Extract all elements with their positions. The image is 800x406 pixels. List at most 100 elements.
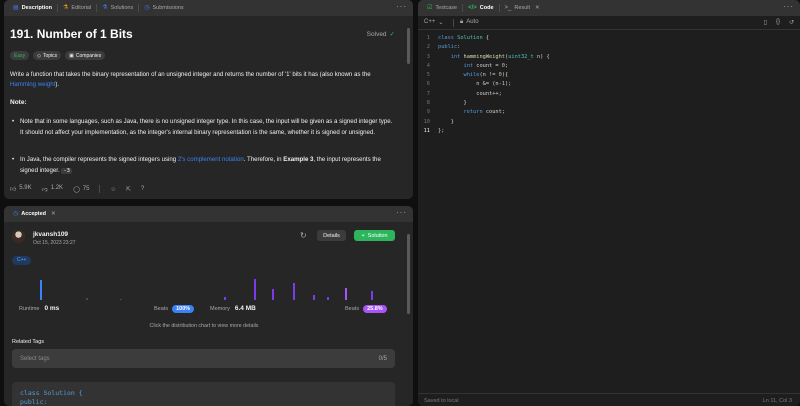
twos-complement-link[interactable]: 2's complement notation bbox=[178, 156, 244, 163]
code-line: 3 int hammingWeight(uint32_t n) { bbox=[426, 53, 550, 60]
tab-testcase[interactable]: ☑ Testcase bbox=[422, 0, 462, 16]
checkbox-icon: ☑ bbox=[427, 5, 433, 11]
tab-description[interactable]: ▤ Description bbox=[8, 0, 57, 16]
code-icon: </> bbox=[468, 5, 477, 11]
lock-icon: 🔒︎ bbox=[460, 19, 464, 25]
runtime-row: Runtime 0 ms bbox=[19, 305, 60, 312]
memory-bar bbox=[327, 297, 329, 300]
problem-description: Write a function that takes the binary r… bbox=[10, 71, 371, 88]
close-icon[interactable]: ✕ bbox=[51, 211, 56, 217]
reset-icon[interactable]: ↺ bbox=[789, 19, 794, 26]
memory-bar bbox=[293, 283, 295, 300]
check-circle-icon: ✓ bbox=[389, 31, 395, 38]
memory-row: Memory 6.4 MB bbox=[210, 305, 256, 312]
tags-select[interactable]: Select tags 0/5 bbox=[12, 349, 395, 368]
code-line: 4 int count = 0; bbox=[426, 62, 509, 69]
inline-code: -3 bbox=[61, 168, 72, 174]
solution-button[interactable]: + Solution bbox=[354, 230, 395, 241]
related-tags-label: Related Tags bbox=[12, 339, 45, 345]
code-line: 9 return count; bbox=[426, 109, 505, 116]
tab-result[interactable]: >_ Result ✕ bbox=[500, 0, 545, 16]
terminal-icon: >_ bbox=[504, 5, 512, 11]
share-icon[interactable]: ⇱ bbox=[126, 186, 131, 193]
dislike-button[interactable]: 👎︎ 1.2K bbox=[42, 185, 63, 193]
code-line: 8 } bbox=[426, 100, 467, 107]
code-line: 5 while(n != 0){ bbox=[426, 72, 509, 79]
accepted-tab-bar: ◷ Accepted ✕ ··· bbox=[4, 206, 413, 222]
runtime-bar bbox=[86, 298, 88, 300]
flask-icon: ⚗ bbox=[62, 5, 69, 11]
username[interactable]: jkvansh109 bbox=[33, 231, 68, 238]
note-heading: Note: bbox=[10, 99, 27, 106]
distribution-hint: Click the distribution chart to view mor… bbox=[149, 323, 259, 329]
memory-value: 6.4 MB bbox=[234, 305, 256, 312]
avatar bbox=[12, 230, 25, 243]
lock-icon: ▣ bbox=[69, 52, 74, 59]
tab-submissions[interactable]: ◷ Submissions bbox=[139, 0, 188, 16]
description-panel: ▤ Description ⚗ Editorial ⚗ Solutions ◷ … bbox=[4, 0, 413, 199]
code-line: 7 count++; bbox=[426, 90, 502, 97]
auto-format-toggle[interactable]: 🔒︎ Auto bbox=[460, 19, 479, 26]
companies-button[interactable]: ▣ Companies bbox=[65, 51, 106, 60]
editor-tab-bar: ☑ Testcase </> Code >_ Result ✕ ··· bbox=[418, 0, 800, 16]
hamming-weight-link[interactable]: Hamming weight bbox=[10, 81, 55, 88]
memory-beats-badge: 25.8% bbox=[363, 305, 387, 313]
memory-bar bbox=[254, 279, 256, 300]
code-preview: class Solution { public: bbox=[12, 382, 395, 406]
accepted-panel: ◷ Accepted ✕ ··· jkvansh109 Oct 15, 2023… bbox=[4, 206, 413, 406]
runtime-bar-highlight bbox=[40, 280, 42, 300]
more-options-icon[interactable]: ··· bbox=[396, 208, 407, 217]
memory-bar-highlight bbox=[345, 288, 347, 300]
help-icon[interactable]: ? bbox=[141, 186, 144, 192]
beaker-icon: ⚗ bbox=[102, 5, 108, 11]
check-badge-icon: ◷ bbox=[13, 211, 19, 217]
note-bullet-2: • In Java, the compiler represents the s… bbox=[12, 156, 381, 174]
document-icon: ▤ bbox=[13, 5, 19, 11]
accepted-scrollbar[interactable] bbox=[407, 234, 410, 314]
memory-distribution-chart[interactable] bbox=[209, 276, 394, 300]
code-line: 11}; bbox=[423, 127, 445, 134]
tab-accepted[interactable]: ◷ Accepted ✕ bbox=[8, 206, 61, 222]
runtime-bar bbox=[120, 299, 122, 300]
description-scrollbar[interactable] bbox=[407, 28, 410, 64]
more-options-icon[interactable]: ··· bbox=[783, 2, 794, 11]
thumbs-up-icon: 👍︎ bbox=[10, 187, 17, 193]
description-tab-bar: ▤ Description ⚗ Editorial ⚗ Solutions ◷ … bbox=[4, 0, 413, 16]
page-title: 191. Number of 1 Bits bbox=[10, 27, 133, 41]
close-icon[interactable]: ✕ bbox=[535, 5, 540, 11]
chevron-down-icon: ⌄ bbox=[438, 20, 444, 26]
editor-status-bar: Saved to local Ln 11, Col 3 bbox=[418, 393, 800, 406]
tab-code[interactable]: </> Code bbox=[463, 0, 498, 16]
star-icon[interactable]: ☆ bbox=[110, 186, 115, 193]
editor-toolbar: C++ ⌄ 🔒︎ Auto ▯ {} ↺ bbox=[418, 16, 800, 30]
refresh-icon[interactable]: ↻ bbox=[300, 231, 307, 240]
toolbar-icons: ▯ {} ↺ bbox=[764, 19, 794, 26]
plus-icon: + bbox=[361, 232, 365, 239]
more-options-icon[interactable]: ··· bbox=[396, 2, 407, 11]
submission-date: Oct 15, 2023 23:27 bbox=[33, 240, 76, 246]
problem-tags: Easy ◇ Topics ▣ Companies bbox=[10, 51, 106, 60]
language-select[interactable]: C++ ⌄ bbox=[424, 19, 443, 26]
code-line: 2 public: bbox=[426, 44, 461, 51]
runtime-distribution-chart[interactable] bbox=[12, 276, 197, 300]
memory-bar bbox=[313, 295, 315, 300]
comments-button[interactable]: ◯ 75 bbox=[73, 186, 89, 193]
tab-solutions[interactable]: ⚗ Solutions bbox=[97, 0, 138, 16]
code-line: 10 } bbox=[423, 118, 454, 125]
note-bullet-1: • Note that in some languages, such as J… bbox=[12, 118, 393, 136]
bookmark-icon[interactable]: ▯ bbox=[764, 19, 767, 26]
details-button[interactable]: Details bbox=[317, 230, 346, 241]
tag-icon: ◇ bbox=[37, 52, 41, 59]
clock-icon: ◷ bbox=[144, 5, 150, 11]
cursor-position: Ln 11, Col 3 bbox=[762, 398, 792, 404]
braces-icon[interactable]: {} bbox=[776, 19, 780, 26]
code-line: 1 class Solution { bbox=[426, 35, 490, 41]
memory-beats: Beats 25.8% bbox=[345, 305, 387, 313]
topics-button[interactable]: ◇ Topics bbox=[33, 51, 62, 60]
comment-icon: ◯ bbox=[73, 186, 80, 193]
like-button[interactable]: 👍︎ 5.9K bbox=[10, 185, 32, 193]
runtime-beats: Beats 100% bbox=[154, 305, 195, 313]
code-area[interactable]: 1 class Solution { 2 public: 3 int hamming… bbox=[418, 34, 790, 136]
difficulty-badge: Easy bbox=[10, 51, 30, 60]
tab-editorial[interactable]: ⚗ Editorial bbox=[58, 0, 96, 16]
